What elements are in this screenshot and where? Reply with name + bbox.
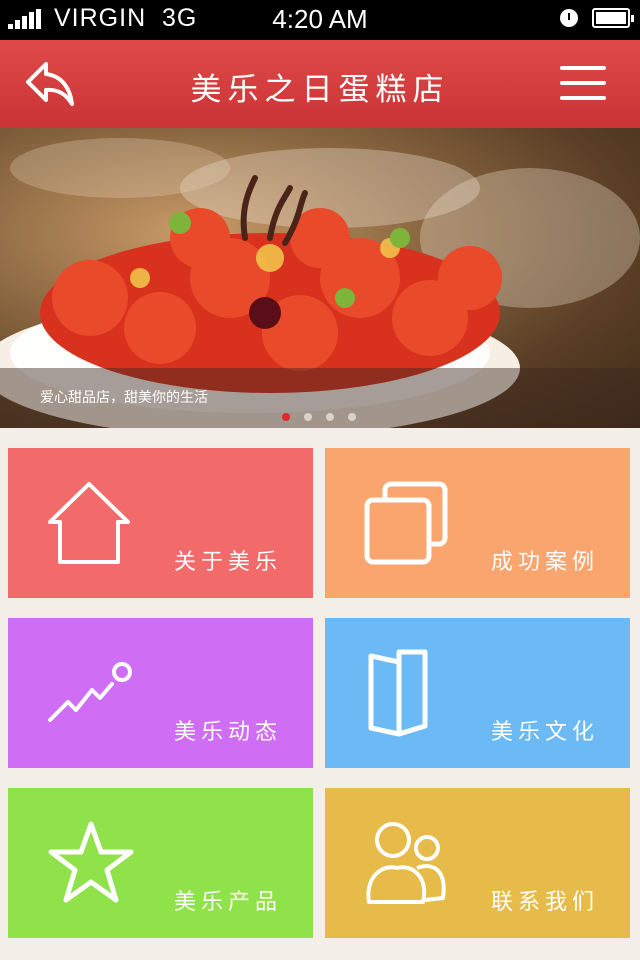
tile-products[interactable]: 美乐产品 bbox=[8, 788, 313, 938]
tile-about[interactable]: 关于美乐 bbox=[8, 448, 313, 598]
nav-bar: 美乐之日蛋糕店 bbox=[0, 40, 640, 128]
carousel-indicator bbox=[282, 413, 362, 423]
tile-label: 成功案例 bbox=[491, 550, 600, 575]
tile-cases[interactable]: 成功案例 bbox=[325, 448, 630, 598]
star-icon bbox=[48, 821, 134, 903]
carousel-dot-3[interactable] bbox=[326, 413, 334, 421]
tile-contact[interactable]: 联系我们 bbox=[325, 788, 630, 938]
carousel-dot-2[interactable] bbox=[304, 413, 312, 421]
home-icon bbox=[48, 482, 130, 564]
users-icon bbox=[366, 822, 446, 904]
tile-label: 美乐文化 bbox=[491, 720, 600, 745]
status-bar: VIRGIN 3G 4:20 AM bbox=[0, 0, 640, 40]
tile-label: 美乐产品 bbox=[174, 890, 283, 915]
banner-carousel[interactable]: 爱心甜品店，甜美你的生活 bbox=[0, 128, 640, 428]
tile-news[interactable]: 美乐动态 bbox=[8, 618, 313, 768]
banner-caption: 爱心甜品店，甜美你的生活 bbox=[40, 390, 208, 406]
trend-icon bbox=[48, 662, 132, 722]
tile-label: 关于美乐 bbox=[174, 550, 283, 575]
clock: 4:20 AM bbox=[272, 4, 368, 34]
book-icon bbox=[368, 649, 428, 737]
tile-label: 美乐动态 bbox=[174, 720, 283, 745]
menu-button[interactable] bbox=[560, 66, 608, 104]
alarm-icon bbox=[560, 9, 578, 27]
battery-icon bbox=[592, 8, 634, 28]
carousel-dot-4[interactable] bbox=[348, 413, 356, 421]
tile-label: 联系我们 bbox=[491, 890, 600, 915]
gallery-icon bbox=[364, 481, 448, 565]
tile-culture[interactable]: 美乐文化 bbox=[325, 618, 630, 768]
page-title: 美乐之日蛋糕店 bbox=[190, 72, 450, 108]
carousel-dot-1[interactable] bbox=[282, 413, 290, 421]
